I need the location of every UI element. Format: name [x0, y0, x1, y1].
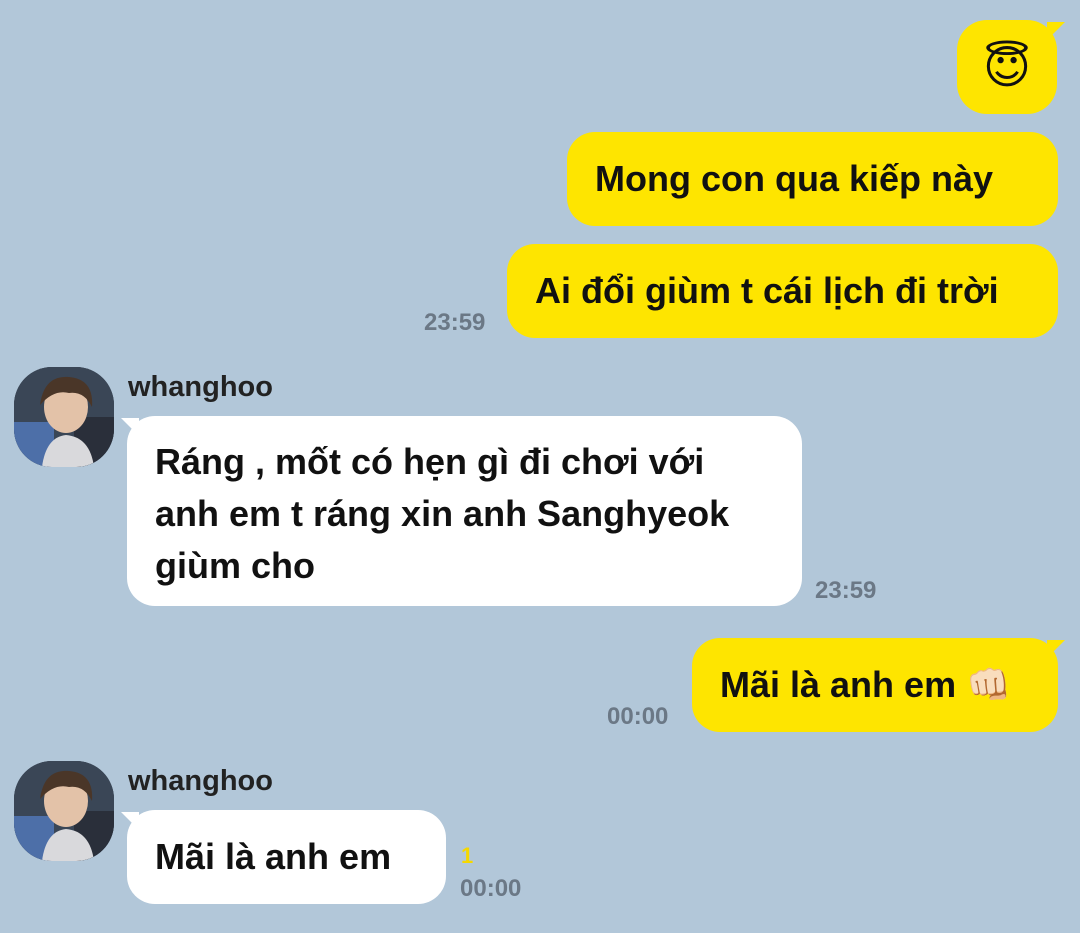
- avatar-photo: [14, 761, 114, 861]
- avatar[interactable]: [14, 761, 114, 861]
- outgoing-message-bubble[interactable]: 😇: [957, 20, 1057, 114]
- sender-name: whanghoo: [128, 371, 273, 403]
- outgoing-message-bubble[interactable]: Ai đổi giùm t cái lịch đi trời: [507, 244, 1058, 338]
- bubble-tail: [1047, 22, 1065, 40]
- message-text: Mong con qua kiếp này: [595, 158, 994, 199]
- message-text-line: giùm cho: [155, 545, 315, 586]
- message-text: Ai đổi giùm t cái lịch đi trời: [535, 270, 999, 311]
- message-timestamp: 23:59: [424, 309, 486, 336]
- outgoing-message-bubble[interactable]: Mong con qua kiếp này: [567, 132, 1058, 226]
- message-text-line: anh em t ráng xin anh Sanghyeok: [155, 493, 730, 534]
- message-text-line: Ráng , mốt có hẹn gì đi chơi với: [155, 441, 705, 482]
- unread-count: 1: [461, 843, 474, 868]
- message-timestamp: 23:59: [815, 577, 877, 604]
- chat-window: 😇 Mong con qua kiếp này Ai đổi giùm t cá…: [0, 0, 1080, 933]
- message-text: Mãi là anh em: [155, 836, 392, 877]
- message-text: Mãi là anh em 👊🏻: [720, 664, 1011, 705]
- smiling-halo-emoji: 😇: [983, 41, 1031, 93]
- sender-name: whanghoo: [128, 765, 273, 797]
- outgoing-message-bubble[interactable]: Mãi là anh em 👊🏻: [692, 638, 1058, 732]
- incoming-message-bubble[interactable]: Ráng , mốt có hẹn gì đi chơi với anh em …: [127, 416, 802, 606]
- message-timestamp: 00:00: [460, 875, 522, 902]
- avatar-photo: [14, 367, 114, 467]
- avatar[interactable]: [14, 367, 114, 467]
- message-timestamp: 00:00: [607, 703, 669, 730]
- incoming-message-bubble[interactable]: Mãi là anh em: [127, 810, 446, 904]
- bubble-tail: [1047, 640, 1065, 658]
